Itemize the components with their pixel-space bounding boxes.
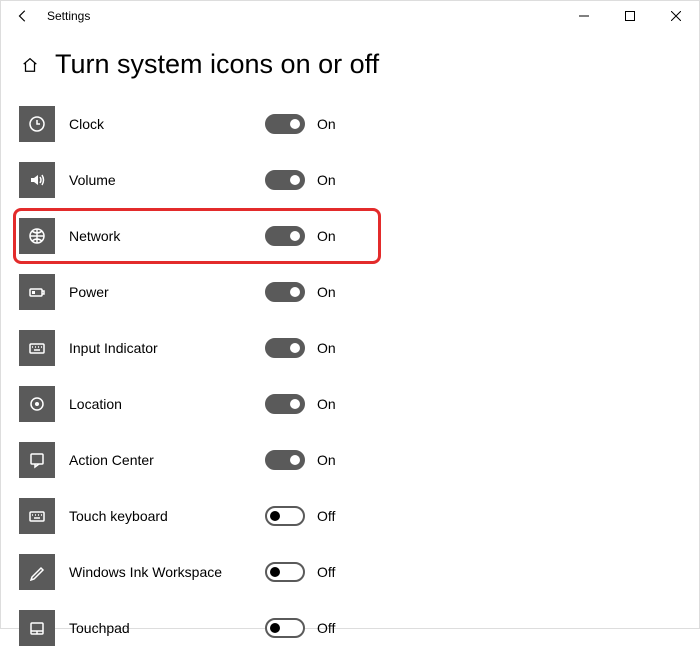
settings-list: ClockOnVolumeOnNetworkOnPowerOnInput Ind… [1, 96, 699, 656]
toggle-location[interactable] [265, 394, 305, 414]
setting-row-power: Power On [19, 264, 681, 320]
toggle-power[interactable] [265, 282, 305, 302]
setting-row-touch-keyboard: Touch keyboard Off [19, 488, 681, 544]
setting-label: Windows Ink Workspace [55, 564, 265, 580]
toggle-state-label: On [317, 340, 336, 356]
toggle-volume[interactable] [265, 170, 305, 190]
setting-label: Touchpad [55, 620, 265, 636]
close-button[interactable] [653, 1, 699, 31]
toggle-state-label: On [317, 452, 336, 468]
volume-icon [19, 162, 55, 198]
setting-label: Location [55, 396, 265, 412]
toggle-state-label: Off [317, 564, 335, 580]
touchpad-icon [19, 610, 55, 646]
toggle-state-label: Off [317, 508, 335, 524]
toggle-touchpad[interactable] [265, 618, 305, 638]
battery-icon [19, 274, 55, 310]
setting-row-touchpad: Touchpad Off [19, 600, 681, 656]
page-title: Turn system icons on or off [55, 49, 379, 80]
setting-label: Clock [55, 116, 265, 132]
toggle-group: On [265, 226, 336, 246]
toggle-group: On [265, 282, 336, 302]
back-button[interactable] [7, 1, 39, 31]
toggle-clock[interactable] [265, 114, 305, 134]
setting-row-volume: Volume On [19, 152, 681, 208]
toggle-touch-keyboard[interactable] [265, 506, 305, 526]
toggle-network[interactable] [265, 226, 305, 246]
toggle-ink-workspace[interactable] [265, 562, 305, 582]
toggle-group: On [265, 114, 336, 134]
location-icon [19, 386, 55, 422]
home-button[interactable] [19, 56, 41, 74]
minimize-button[interactable] [561, 1, 607, 31]
toggle-group: Off [265, 618, 335, 638]
setting-label: Network [55, 228, 265, 244]
setting-label: Touch keyboard [55, 508, 265, 524]
toggle-state-label: On [317, 116, 336, 132]
setting-label: Volume [55, 172, 265, 188]
titlebar: Settings [1, 1, 699, 31]
toggle-group: Off [265, 506, 335, 526]
toggle-action-center[interactable] [265, 450, 305, 470]
setting-row-network: Network On [13, 208, 381, 264]
setting-label: Input Indicator [55, 340, 265, 356]
toggle-group: On [265, 394, 336, 414]
setting-row-ink-workspace: Windows Ink Workspace Off [19, 544, 681, 600]
keyboard-icon [19, 330, 55, 366]
setting-label: Action Center [55, 452, 265, 468]
setting-row-clock: Clock On [19, 96, 681, 152]
globe-icon [19, 218, 55, 254]
toggle-state-label: On [317, 396, 336, 412]
toggle-state-label: On [317, 228, 336, 244]
setting-row-input-indicator: Input Indicator On [19, 320, 681, 376]
window-title: Settings [39, 9, 90, 23]
page-header: Turn system icons on or off [1, 31, 699, 96]
toggle-input-indicator[interactable] [265, 338, 305, 358]
toggle-group: On [265, 450, 336, 470]
touch-keyboard-icon [19, 498, 55, 534]
toggle-group: Off [265, 562, 335, 582]
action-center-icon [19, 442, 55, 478]
toggle-group: On [265, 338, 336, 358]
clock-icon [19, 106, 55, 142]
toggle-group: On [265, 170, 336, 190]
toggle-state-label: Off [317, 620, 335, 636]
setting-label: Power [55, 284, 265, 300]
pen-icon [19, 554, 55, 590]
setting-row-location: Location On [19, 376, 681, 432]
toggle-state-label: On [317, 284, 336, 300]
setting-row-action-center: Action Center On [19, 432, 681, 488]
maximize-button[interactable] [607, 1, 653, 31]
toggle-state-label: On [317, 172, 336, 188]
